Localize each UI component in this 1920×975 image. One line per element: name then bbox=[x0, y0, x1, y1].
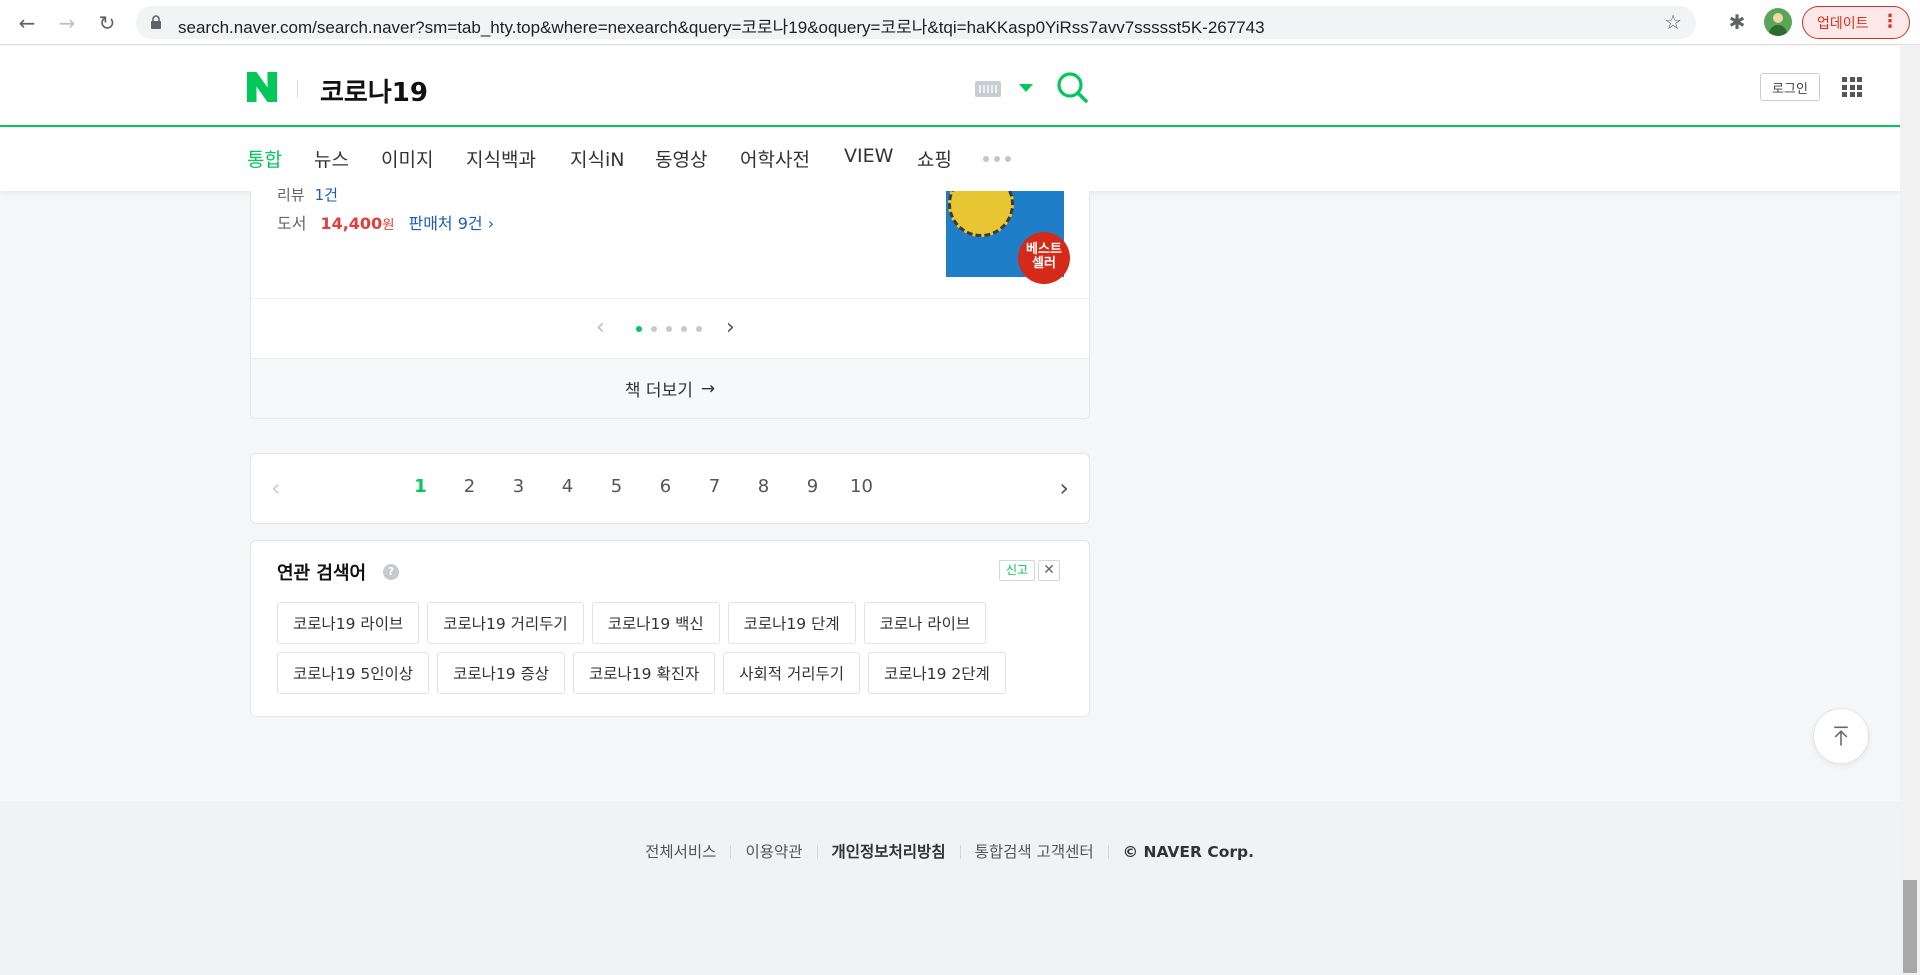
close-icon[interactable]: ✕ bbox=[1038, 560, 1060, 581]
more-books-label: 책 더보기 bbox=[624, 381, 693, 401]
profile-avatar[interactable] bbox=[1764, 8, 1792, 36]
page-number[interactable]: 4 bbox=[543, 476, 592, 497]
copyright[interactable]: © NAVER Corp. bbox=[1107, 844, 1268, 860]
page-number[interactable]: 7 bbox=[690, 476, 739, 497]
update-label: 업데이트 bbox=[1817, 15, 1869, 32]
tab-shopping[interactable]: 쇼핑 bbox=[917, 145, 952, 172]
back-to-top-icon[interactable] bbox=[1813, 708, 1869, 764]
page-number[interactable]: 6 bbox=[641, 476, 690, 497]
review-count[interactable]: 1건 bbox=[315, 186, 338, 204]
related-searches: 연관 검색어 ? 신고 ✕ 코로나19 라이브 코로나19 거리두기 코로나19 백… bbox=[250, 540, 1090, 717]
back-arrow-icon[interactable]: ← bbox=[12, 8, 42, 38]
tab-video[interactable]: 동영상 bbox=[655, 145, 707, 172]
page-number[interactable]: 10 bbox=[837, 476, 886, 497]
related-keyword[interactable]: 코로나 라이브 bbox=[863, 602, 987, 644]
scrollbar-thumb[interactable] bbox=[1903, 880, 1917, 973]
bestseller-badge: 베스트 셀러 bbox=[1018, 232, 1070, 284]
related-keyword[interactable]: 코로나19 라이브 bbox=[277, 602, 420, 644]
help-question-icon[interactable]: ? bbox=[383, 564, 399, 580]
bookmark-star-icon[interactable]: ☆ bbox=[1664, 10, 1682, 34]
tab-news[interactable]: 뉴스 bbox=[314, 145, 349, 172]
login-button[interactable]: 로그인 bbox=[1760, 73, 1820, 101]
footer: 전체서비스 이용약관 개인정보처리방침 통합검색 고객센터 © NAVER Co… bbox=[0, 802, 1900, 975]
related-keyword[interactable]: 코로나19 2단계 bbox=[868, 652, 1006, 694]
page-number[interactable]: 2 bbox=[445, 476, 494, 497]
carousel-dot[interactable] bbox=[696, 326, 702, 332]
extensions-puzzle-icon[interactable]: ✱ bbox=[1724, 10, 1750, 36]
footer-link-terms[interactable]: 이용약관 bbox=[730, 844, 816, 860]
tab-images[interactable]: 이미지 bbox=[381, 145, 433, 172]
related-keyword[interactable]: 코로나19 백신 bbox=[591, 602, 720, 644]
footer-link-all-services[interactable]: 전체서비스 bbox=[631, 844, 730, 860]
kebab-menu-icon: ⋮ bbox=[1881, 11, 1899, 32]
page-number[interactable]: 5 bbox=[592, 476, 641, 497]
book-carousel-pager: ‹ › bbox=[251, 298, 1089, 358]
book-result-card: 리뷰 1건 도서 14,400원 판매처 9건 › 베스트 셀러 ‹ › 책 더보기… bbox=[250, 186, 1090, 419]
book-price: 14,400원 bbox=[320, 214, 395, 233]
address-bar[interactable]: search.naver.com/search.naver?sm=tab_hty… bbox=[136, 6, 1696, 39]
pagination: ‹ 1 2 3 4 5 6 7 8 9 10 › bbox=[250, 453, 1090, 524]
lock-icon bbox=[151, 15, 161, 29]
footer-links: 전체서비스 이용약관 개인정보처리방침 통합검색 고객센터 © NAVER Co… bbox=[0, 844, 1344, 860]
url-text[interactable]: search.naver.com/search.naver?sm=tab_hty… bbox=[178, 13, 1265, 38]
related-keyword[interactable]: 사회적 거리두기 bbox=[723, 652, 860, 694]
more-books-button[interactable]: 책 더보기 → bbox=[251, 358, 1089, 418]
related-keyword[interactable]: 코로나19 확진자 bbox=[573, 652, 716, 694]
carousel-dot[interactable] bbox=[651, 326, 657, 332]
related-title: 연관 검색어 bbox=[277, 563, 367, 584]
arrow-right-icon: → bbox=[700, 378, 716, 399]
related-keyword[interactable]: 코로나19 거리두기 bbox=[427, 602, 584, 644]
carousel-next-icon[interactable]: › bbox=[726, 315, 735, 340]
price-row: 도서 14,400원 판매처 9건 › bbox=[277, 210, 494, 234]
page-number[interactable]: 9 bbox=[788, 476, 837, 497]
carousel-dot[interactable] bbox=[681, 326, 687, 332]
sellers-link[interactable]: 판매처 9건 › bbox=[408, 210, 494, 234]
review-row: 리뷰 1건 bbox=[277, 184, 338, 205]
virus-illustration bbox=[948, 191, 1014, 237]
update-button[interactable]: 업데이트 ⋮ bbox=[1802, 6, 1910, 39]
carousel-dot[interactable] bbox=[636, 326, 642, 332]
footer-link-privacy[interactable]: 개인정보처리방침 bbox=[816, 844, 960, 860]
related-keyword[interactable]: 코로나19 증상 bbox=[437, 652, 566, 694]
carousel-dots bbox=[636, 326, 702, 332]
report-button[interactable]: 신고 bbox=[999, 560, 1035, 581]
reload-icon[interactable]: ↻ bbox=[92, 8, 122, 38]
tab-knowledge-in[interactable]: 지식iN bbox=[570, 145, 624, 172]
browser-toolbar: ← → ↻ search.naver.com/search.naver?sm=t… bbox=[0, 0, 1920, 45]
page-number[interactable]: 8 bbox=[739, 476, 788, 497]
page-number[interactable]: 1 bbox=[396, 476, 445, 497]
naver-header: 코로나19 로그인 bbox=[0, 46, 1900, 127]
apps-grid-icon[interactable] bbox=[1842, 77, 1862, 97]
page-number[interactable]: 3 bbox=[494, 476, 543, 497]
search-query-text[interactable]: 코로나19 bbox=[320, 72, 428, 109]
tab-dictionary[interactable]: 어학사전 bbox=[740, 145, 810, 172]
search-icon[interactable] bbox=[1054, 69, 1090, 105]
related-keyword[interactable]: 코로나19 단계 bbox=[727, 602, 856, 644]
carousel-dot[interactable] bbox=[666, 326, 672, 332]
page-scrollbar[interactable] bbox=[1900, 46, 1920, 975]
divider bbox=[297, 80, 298, 98]
naver-logo-icon[interactable] bbox=[247, 72, 277, 102]
dropdown-arrow-icon[interactable] bbox=[1019, 84, 1033, 92]
more-tabs-icon[interactable] bbox=[983, 156, 1013, 164]
forward-arrow-icon[interactable]: → bbox=[52, 8, 82, 38]
book-type-label: 도서 bbox=[277, 214, 307, 233]
footer-link-help-center[interactable]: 통합검색 고객센터 bbox=[959, 844, 1108, 860]
search-tabs: 통합 뉴스 이미지 지식백과 지식iN 동영상 어학사전 VIEW 쇼핑 bbox=[0, 128, 1900, 191]
tab-view[interactable]: VIEW bbox=[844, 145, 893, 167]
next-page-icon[interactable]: › bbox=[1059, 474, 1069, 502]
tab-integrated[interactable]: 통합 bbox=[247, 145, 282, 172]
prev-page-icon[interactable]: ‹ bbox=[271, 474, 281, 502]
related-keyword[interactable]: 코로나19 5인이상 bbox=[277, 652, 430, 694]
keyboard-icon[interactable] bbox=[975, 81, 1001, 97]
review-label: 리뷰 bbox=[277, 186, 305, 204]
page-numbers: 1 2 3 4 5 6 7 8 9 10 bbox=[396, 476, 886, 497]
tab-encyclopedia[interactable]: 지식백과 bbox=[466, 145, 536, 172]
carousel-prev-icon[interactable]: ‹ bbox=[596, 315, 605, 340]
keyword-list: 코로나19 라이브 코로나19 거리두기 코로나19 백신 코로나19 단계 코로나 라… bbox=[277, 602, 1067, 694]
